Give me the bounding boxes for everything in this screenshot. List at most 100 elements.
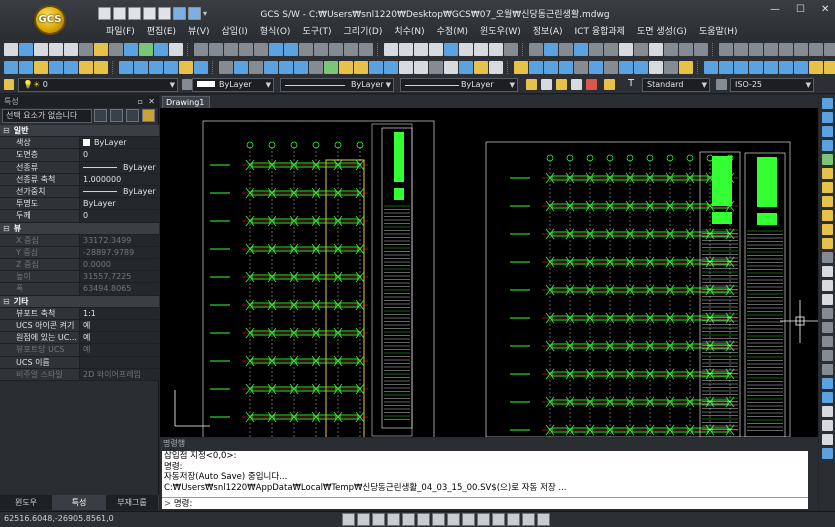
draw-tool-icon-23[interactable]: [344, 42, 358, 56]
side-tool-icon-23[interactable]: [821, 420, 833, 431]
modify-tool-icon-1[interactable]: [19, 60, 33, 74]
draw-tool-icon-10[interactable]: [154, 42, 168, 56]
status-toggle-icon-13[interactable]: [537, 513, 550, 526]
side-tool-icon-4[interactable]: [821, 154, 833, 165]
draw-tool-icon-45[interactable]: [664, 42, 678, 56]
layer-freeze-icon[interactable]: [571, 79, 582, 90]
draw-tool-icon-17[interactable]: [254, 42, 268, 56]
menu-item-5[interactable]: 도구(T): [296, 24, 337, 38]
draw-tool-icon-26[interactable]: [384, 42, 398, 56]
panel-close-icon[interactable]: ✕: [148, 95, 155, 108]
modify-tool-icon-40[interactable]: [589, 60, 603, 74]
modify-tool-icon-42[interactable]: [619, 60, 633, 74]
modify-tool-icon-8[interactable]: [119, 60, 133, 74]
modify-tool-icon-48[interactable]: [704, 60, 718, 74]
draw-tool-icon-56[interactable]: [824, 42, 835, 56]
modify-tool-icon-25[interactable]: [369, 60, 383, 74]
draw-tool-icon-36[interactable]: [529, 42, 543, 56]
draw-tool-icon-50[interactable]: [734, 42, 748, 56]
modify-tool-icon-10[interactable]: [149, 60, 163, 74]
layer-manager-icon[interactable]: [4, 79, 14, 90]
status-toggle-icon-4[interactable]: [402, 513, 415, 526]
draw-tool-icon-30[interactable]: [444, 42, 458, 56]
modify-tool-icon-29[interactable]: [429, 60, 443, 74]
modify-tool-icon-45[interactable]: [664, 60, 678, 74]
property-category[interactable]: ⊟ 일반: [0, 125, 159, 138]
side-tool-icon-9[interactable]: [821, 224, 833, 235]
property-category[interactable]: ⊟ 뷰: [0, 222, 159, 235]
side-tool-icon-17[interactable]: [821, 336, 833, 347]
menu-item-1[interactable]: 편집(E): [141, 24, 182, 38]
menu-item-3[interactable]: 삽입(I): [216, 24, 254, 38]
tab-member-group[interactable]: 부재그룹: [106, 495, 159, 510]
layer-dropdown[interactable]: 💡☀ 0 ▼: [18, 78, 178, 92]
lineweight-dropdown[interactable]: ByLayer ▼: [400, 78, 518, 92]
property-value[interactable]: 예: [80, 332, 159, 344]
property-value[interactable]: 0: [80, 149, 159, 161]
modify-tool-icon-16[interactable]: [234, 60, 248, 74]
side-tool-icon-15[interactable]: [821, 308, 833, 319]
property-value[interactable]: ByLayer: [80, 185, 159, 198]
select-objects-icon[interactable]: [110, 109, 123, 122]
draw-tool-icon-24[interactable]: [359, 42, 373, 56]
side-tool-icon-24[interactable]: [821, 434, 833, 445]
modify-tool-icon-27[interactable]: [399, 60, 413, 74]
modify-tool-icon-30[interactable]: [444, 60, 458, 74]
draw-tool-icon-49[interactable]: [719, 42, 733, 56]
modify-tool-icon-43[interactable]: [634, 60, 648, 74]
layer-off-icon[interactable]: [586, 79, 597, 90]
modify-tool-icon-2[interactable]: [34, 60, 48, 74]
modify-tool-icon-26[interactable]: [384, 60, 398, 74]
draw-tool-icon-3[interactable]: [49, 42, 63, 56]
property-value[interactable]: ByLayer: [80, 161, 159, 173]
modify-tool-icon-17[interactable]: [249, 60, 263, 74]
status-toggle-icon-10[interactable]: [492, 513, 505, 526]
status-toggle-icon-7[interactable]: [447, 513, 460, 526]
menu-item-9[interactable]: 윈도우(W): [474, 24, 527, 38]
toggle-pickadd-icon[interactable]: [126, 109, 139, 122]
collapse-icon[interactable]: ⊟: [0, 125, 10, 136]
side-tool-icon-21[interactable]: [821, 392, 833, 403]
modify-tool-icon-55[interactable]: [809, 60, 823, 74]
property-category[interactable]: ⊟ 기타: [0, 295, 159, 308]
side-tool-icon-22[interactable]: [821, 406, 833, 417]
side-tool-icon-25[interactable]: [821, 448, 833, 459]
draw-tool-icon-37[interactable]: [544, 42, 558, 56]
modify-tool-icon-35[interactable]: [514, 60, 528, 74]
status-toggle-icon-6[interactable]: [432, 513, 445, 526]
tab-window[interactable]: 윈도우: [0, 495, 53, 510]
modify-tool-icon-9[interactable]: [134, 60, 148, 74]
menu-item-0[interactable]: 파일(F): [100, 24, 141, 38]
status-toggle-icon-2[interactable]: [372, 513, 385, 526]
draw-tool-icon-40[interactable]: [589, 42, 603, 56]
model-space-canvas[interactable]: [160, 108, 818, 437]
layer-previous-icon[interactable]: [541, 79, 552, 90]
modify-tool-icon-15[interactable]: [219, 60, 233, 74]
draw-tool-icon-27[interactable]: [399, 42, 413, 56]
modify-tool-icon-31[interactable]: [459, 60, 473, 74]
property-value[interactable]: 예: [80, 320, 159, 332]
quick-select-icon[interactable]: [94, 109, 107, 122]
draw-tool-icon-20[interactable]: [299, 42, 313, 56]
plot-preview-icon[interactable]: [158, 7, 171, 20]
selection-dropdown[interactable]: 선택 요소가 없습니다: [2, 109, 92, 123]
modify-tool-icon-21[interactable]: [309, 60, 323, 74]
modify-tool-icon-49[interactable]: [719, 60, 733, 74]
draw-tool-icon-5[interactable]: [79, 42, 93, 56]
new-file-icon[interactable]: [98, 7, 111, 20]
modify-tool-icon-56[interactable]: [824, 60, 835, 74]
menu-item-10[interactable]: 정보(A): [527, 24, 569, 38]
side-tool-icon-0[interactable]: [821, 98, 833, 109]
modify-tool-icon-51[interactable]: [749, 60, 763, 74]
command-input[interactable]: > 명령:: [162, 497, 808, 509]
draw-tool-icon-28[interactable]: [414, 42, 428, 56]
draw-tool-icon-51[interactable]: [749, 42, 763, 56]
maximize-button[interactable]: ☐: [796, 4, 805, 15]
undo-icon[interactable]: [173, 7, 186, 20]
draw-tool-icon-29[interactable]: [429, 42, 443, 56]
draw-tool-icon-33[interactable]: [489, 42, 503, 56]
modify-tool-icon-23[interactable]: [339, 60, 353, 74]
layer-isolate-icon[interactable]: [556, 79, 567, 90]
dim-style-dropdown[interactable]: ISO-25 ▼: [730, 78, 814, 92]
property-value[interactable]: 0: [80, 210, 159, 222]
